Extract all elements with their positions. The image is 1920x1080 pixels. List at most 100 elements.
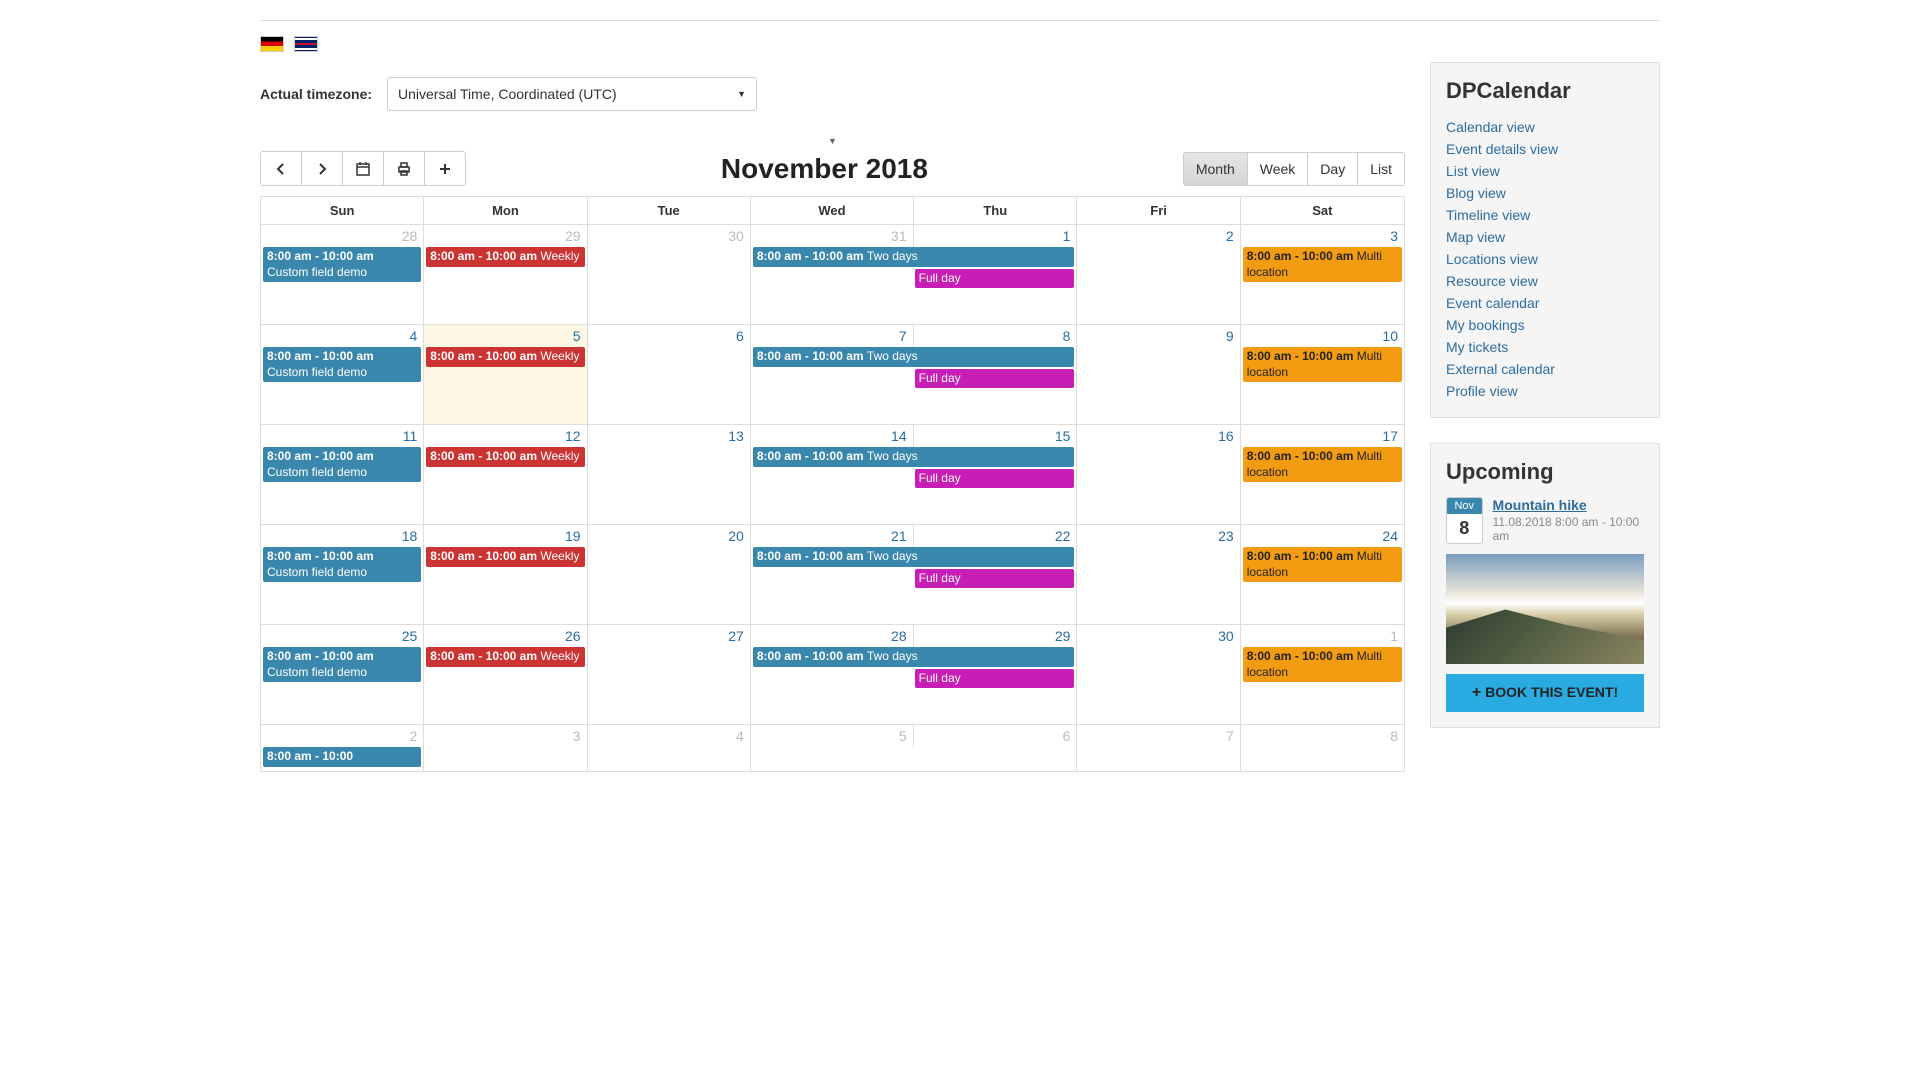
calendar-event[interactable]: 8:00 am - 10:00 am Two days <box>753 447 1075 467</box>
calendar-day[interactable]: 13 <box>588 425 751 524</box>
calendar-event[interactable]: 8:00 am - 10:00 am Custom field demo <box>263 547 421 582</box>
calendar-day-span[interactable]: 788:00 am - 10:00 am Two daysFull day <box>751 325 1078 424</box>
calendar-day[interactable]: 248:00 am - 10:00 am Multi location <box>1241 525 1404 624</box>
calendar-day[interactable]: 128:00 am - 10:00 am Weekly <box>424 425 587 524</box>
calendar-day-span[interactable]: 21228:00 am - 10:00 am Two daysFull day <box>751 525 1078 624</box>
calendar-day[interactable]: 27 <box>588 625 751 724</box>
calendar-event[interactable]: 8:00 am - 10:00 am Multi location <box>1243 647 1402 682</box>
prev-button[interactable] <box>260 151 302 186</box>
calendar-day[interactable]: 23 <box>1077 525 1240 624</box>
book-event-button[interactable]: + BOOK THIS EVENT! <box>1446 674 1644 712</box>
sidebar-link[interactable]: Timeline view <box>1446 204 1644 226</box>
calendar-day[interactable]: 18:00 am - 10:00 am Multi location <box>1241 625 1404 724</box>
sidebar-link[interactable]: Calendar view <box>1446 116 1644 138</box>
calendar-day[interactable]: 3 <box>424 725 587 771</box>
calendar-event[interactable]: Full day <box>915 669 1075 689</box>
calendar-day[interactable]: 198:00 am - 10:00 am Weekly <box>424 525 587 624</box>
calendar-day[interactable]: 178:00 am - 10:00 am Multi location <box>1241 425 1404 524</box>
calendar-event[interactable]: 8:00 am - 10:00 am Weekly <box>426 247 584 267</box>
calendar-event[interactable]: 8:00 am - 10:00 am Multi location <box>1243 447 1402 482</box>
calendar-day-span[interactable]: 28298:00 am - 10:00 am Two daysFull day <box>751 625 1078 724</box>
calendar-day[interactable]: 20 <box>588 525 751 624</box>
calendar-event[interactable]: Full day <box>915 369 1075 389</box>
calendar-day[interactable]: 30 <box>1077 625 1240 724</box>
calendar-day[interactable]: 2 <box>1077 225 1240 324</box>
calendar-event[interactable]: 8:00 am - 10:00 am Multi location <box>1243 247 1402 282</box>
flag-german-icon[interactable] <box>260 36 284 52</box>
day-number: 29 <box>424 225 586 247</box>
calendar-event[interactable]: 8:00 am - 10:00 am Two days <box>753 647 1075 667</box>
calendar-day[interactable]: 48:00 am - 10:00 am Custom field demo <box>261 325 424 424</box>
calendar-day[interactable]: 30 <box>588 225 751 324</box>
sidebar-link[interactable]: List view <box>1446 160 1644 182</box>
calendar-day[interactable]: 6 <box>588 325 751 424</box>
day-number: 7 <box>1077 725 1239 747</box>
calendar-day[interactable]: 288:00 am - 10:00 am Custom field demo <box>261 225 424 324</box>
calendar-picker-icon[interactable]: ▼ <box>260 136 1405 146</box>
calendar-event[interactable]: Full day <box>915 469 1075 489</box>
day-number: 10 <box>1241 325 1404 347</box>
calendar-day-span[interactable]: 14158:00 am - 10:00 am Two daysFull day <box>751 425 1078 524</box>
day-number: 4 <box>261 325 423 347</box>
calendar-event[interactable]: Full day <box>915 569 1075 589</box>
calendar-event[interactable]: Full day <box>915 269 1075 289</box>
calendar-day[interactable]: 258:00 am - 10:00 am Custom field demo <box>261 625 424 724</box>
sidebar-link[interactable]: Blog view <box>1446 182 1644 204</box>
calendar-day[interactable]: 38:00 am - 10:00 am Multi location <box>1241 225 1404 324</box>
calendar-day[interactable]: 268:00 am - 10:00 am Weekly <box>424 625 587 724</box>
sidebar-title: DPCalendar <box>1446 78 1644 104</box>
print-button[interactable] <box>384 151 425 186</box>
view-list-button[interactable]: List <box>1358 152 1405 186</box>
calendar-event[interactable]: 8:00 am - 10:00 am Two days <box>753 347 1075 367</box>
timezone-select[interactable]: Universal Time, Coordinated (UTC) <box>387 77 757 111</box>
sidebar-link[interactable]: Profile view <box>1446 380 1644 402</box>
calendar-day-span[interactable]: 56 <box>751 725 1078 771</box>
calendar-day[interactable]: 8 <box>1241 725 1404 771</box>
sidebar-link[interactable]: External calendar <box>1446 358 1644 380</box>
day-number: 30 <box>1077 625 1239 647</box>
sidebar-link[interactable]: Resource view <box>1446 270 1644 292</box>
calendar-day[interactable]: 4 <box>588 725 751 771</box>
add-event-button[interactable] <box>425 151 466 186</box>
calendar-event[interactable]: 8:00 am - 10:00 am Custom field demo <box>263 247 421 282</box>
sidebar-link[interactable]: Event calendar <box>1446 292 1644 314</box>
calendar-event[interactable]: 8:00 am - 10:00 am Custom field demo <box>263 347 421 382</box>
today-button[interactable] <box>343 151 384 186</box>
calendar-event[interactable]: 8:00 am - 10:00 am Weekly <box>426 447 584 467</box>
sidebar-link[interactable]: Map view <box>1446 226 1644 248</box>
calendar-event[interactable]: 8:00 am - 10:00 am Multi location <box>1243 347 1402 382</box>
day-number: 6 <box>588 325 750 347</box>
calendar-day[interactable]: 188:00 am - 10:00 am Custom field demo <box>261 525 424 624</box>
calendar-day[interactable]: 28:00 am - 10:00 <box>261 725 424 771</box>
flag-uk-icon[interactable] <box>294 36 318 52</box>
view-week-button[interactable]: Week <box>1248 152 1309 186</box>
calendar-event[interactable]: 8:00 am - 10:00 am Weekly <box>426 347 584 367</box>
view-month-button[interactable]: Month <box>1183 152 1248 186</box>
sidebar-link[interactable]: My bookings <box>1446 314 1644 336</box>
calendar-day[interactable]: 58:00 am - 10:00 am Weekly <box>424 325 587 424</box>
sidebar-link[interactable]: Event details view <box>1446 138 1644 160</box>
calendar-event[interactable]: 8:00 am - 10:00 am Weekly <box>426 547 584 567</box>
calendar-day-span[interactable]: 3118:00 am - 10:00 am Two daysFull day <box>751 225 1078 324</box>
calendar-event[interactable]: 8:00 am - 10:00 am Two days <box>753 247 1075 267</box>
calendar-event[interactable]: 8:00 am - 10:00 am Weekly <box>426 647 584 667</box>
calendar-event[interactable]: 8:00 am - 10:00 am Two days <box>753 547 1075 567</box>
chevron-left-icon <box>273 161 289 177</box>
view-day-button[interactable]: Day <box>1308 152 1358 186</box>
calendar-event[interactable]: 8:00 am - 10:00 am Custom field demo <box>263 647 421 682</box>
calendar-day[interactable]: 298:00 am - 10:00 am Weekly <box>424 225 587 324</box>
next-button[interactable] <box>302 151 343 186</box>
sidebar-link[interactable]: My tickets <box>1446 336 1644 358</box>
upcoming-event-datetime: 11.08.2018 8:00 am - 10:00 am <box>1493 515 1644 543</box>
calendar-day[interactable]: 118:00 am - 10:00 am Custom field demo <box>261 425 424 524</box>
calendar-day[interactable]: 7 <box>1077 725 1240 771</box>
sidebar-link[interactable]: Locations view <box>1446 248 1644 270</box>
calendar-event[interactable]: 8:00 am - 10:00 am Multi location <box>1243 547 1402 582</box>
calendar-event[interactable]: 8:00 am - 10:00 <box>263 747 421 767</box>
calendar-day[interactable]: 108:00 am - 10:00 am Multi location <box>1241 325 1404 424</box>
calendar-day[interactable]: 9 <box>1077 325 1240 424</box>
calendar-day[interactable]: 16 <box>1077 425 1240 524</box>
calendar-event[interactable]: 8:00 am - 10:00 am Custom field demo <box>263 447 421 482</box>
day-number: 18 <box>261 525 423 547</box>
upcoming-event-title[interactable]: Mountain hike <box>1493 497 1644 513</box>
